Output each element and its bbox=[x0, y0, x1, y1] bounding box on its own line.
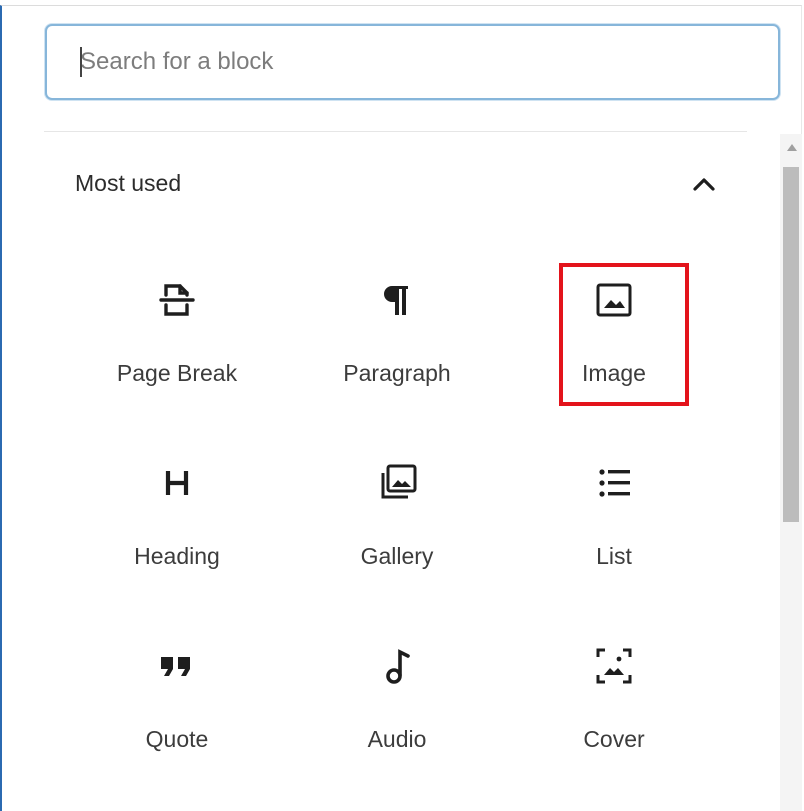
search-input[interactable] bbox=[47, 26, 778, 98]
gallery-icon bbox=[375, 461, 419, 505]
list-icon bbox=[592, 461, 636, 505]
text-cursor bbox=[80, 47, 82, 77]
block-label: Audio bbox=[367, 726, 427, 752]
quote-icon bbox=[155, 644, 199, 688]
block-label: List bbox=[596, 543, 632, 569]
block-quote[interactable]: Quote bbox=[107, 630, 247, 780]
scroll-up-arrow[interactable] bbox=[787, 144, 797, 151]
cover-icon bbox=[592, 644, 636, 688]
heading-icon bbox=[155, 461, 199, 505]
audio-icon bbox=[375, 644, 419, 688]
page-break-icon bbox=[155, 278, 199, 322]
block-label: Paragraph bbox=[343, 360, 451, 386]
block-audio[interactable]: Audio bbox=[327, 630, 467, 780]
scrollbar-thumb[interactable] bbox=[783, 167, 799, 522]
block-label: Heading bbox=[134, 543, 220, 569]
paragraph-icon bbox=[375, 278, 419, 322]
block-list[interactable]: List bbox=[544, 447, 684, 597]
highlight-box bbox=[559, 263, 689, 406]
block-label: Quote bbox=[145, 726, 209, 752]
block-label: Page Break bbox=[116, 360, 238, 386]
chevron-up-icon[interactable] bbox=[688, 168, 720, 200]
block-gallery[interactable]: Gallery bbox=[327, 447, 467, 597]
search-box[interactable] bbox=[45, 24, 780, 100]
divider bbox=[44, 131, 747, 132]
block-label: Gallery bbox=[360, 543, 434, 569]
block-cover[interactable]: Cover bbox=[544, 630, 684, 780]
block-heading[interactable]: Heading bbox=[107, 447, 247, 597]
block-page-break[interactable]: Page Break bbox=[107, 264, 247, 414]
block-paragraph[interactable]: Paragraph bbox=[327, 264, 467, 414]
block-label: Cover bbox=[583, 726, 645, 752]
section-title: Most used bbox=[75, 170, 182, 196]
